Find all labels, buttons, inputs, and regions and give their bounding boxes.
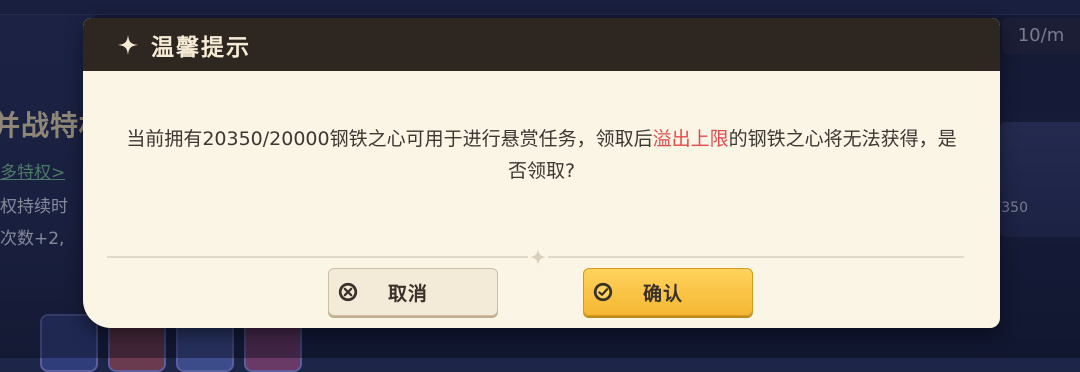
check-circle-icon bbox=[593, 282, 613, 302]
cancel-button-label: 取消 bbox=[387, 282, 428, 305]
dialog-header: 温馨提示 bbox=[83, 18, 1000, 71]
confirm-dialog: 温馨提示 当前拥有20350/20000钢铁之心可用于进行悬赏任务，领取后溢出上… bbox=[83, 18, 1000, 328]
confirm-button[interactable]: 确认 bbox=[583, 268, 753, 316]
close-circle-icon bbox=[338, 282, 358, 302]
confirm-button-label: 确认 bbox=[642, 282, 683, 305]
divider-star-icon bbox=[528, 247, 548, 267]
dialog-message: 当前拥有20350/20000钢铁之心可用于进行悬赏任务，领取后溢出上限的钢铁之… bbox=[123, 123, 960, 187]
sparkle-icon bbox=[117, 34, 139, 55]
dialog-title: 温馨提示 bbox=[151, 34, 251, 61]
message-highlight: 溢出上限 bbox=[652, 128, 729, 150]
message-text: 当前拥有20350/20000钢铁之心可用于进行悬赏任务，领取后 bbox=[126, 128, 653, 150]
cancel-button[interactable]: 取消 bbox=[328, 268, 498, 316]
